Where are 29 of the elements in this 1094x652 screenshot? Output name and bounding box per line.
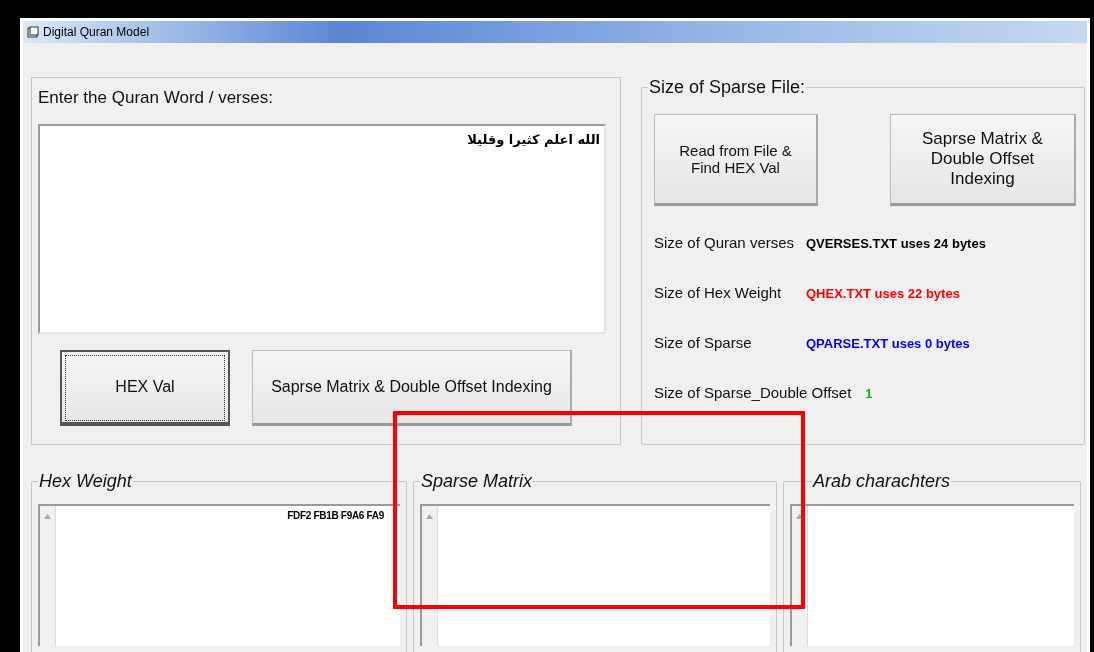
size-value: QPARSE.TXT uses 0 bytes xyxy=(806,336,970,351)
size-label: Size of Quran verses xyxy=(654,234,792,251)
output-text: FDF2 FB1B F9A6 FA9 xyxy=(287,510,384,521)
action-button[interactable]: Saprse Matrix & Double Offset Indexing xyxy=(252,350,572,426)
action-button[interactable]: Saprse Matrix & Double Offset Indexing xyxy=(890,114,1076,206)
action-button[interactable]: Read from File & Find HEX Val xyxy=(654,114,818,206)
scroll-up-icon[interactable] xyxy=(426,514,433,519)
size-label: Size of Sparse xyxy=(654,334,753,351)
group-title: Arab charachters xyxy=(812,471,952,492)
group-title: Hex Weight xyxy=(38,471,133,492)
output-text-area[interactable] xyxy=(790,504,1074,646)
output-text-area[interactable]: FDF2 FB1B F9A6 FA9 xyxy=(38,504,400,646)
output-text-area[interactable] xyxy=(420,504,770,646)
scroll-up-icon[interactable] xyxy=(44,514,51,519)
size-value: QVERSES.TXT uses 24 bytes xyxy=(806,236,986,251)
group-title: Size of Sparse File: xyxy=(648,77,807,98)
scrollbar[interactable] xyxy=(40,506,56,646)
window-title: Digital Quran Model xyxy=(43,25,150,39)
verse-input-field[interactable]: الله اعلم كثيرا وقليلا xyxy=(38,124,606,334)
size-value: 1 xyxy=(865,386,873,401)
action-button[interactable]: HEX Val xyxy=(60,350,230,426)
group-title: Sparse Matrix xyxy=(420,471,534,492)
scroll-up-icon[interactable] xyxy=(796,514,803,519)
size-label: Size of Sparse_Double Offset xyxy=(654,384,852,401)
app-icon xyxy=(27,26,39,38)
scrollbar[interactable] xyxy=(422,506,438,646)
size-label: Size of Hex Weight xyxy=(654,284,783,301)
input-label: Enter the Quran Word / verses: xyxy=(38,88,274,108)
size-value: QHEX.TXT uses 22 bytes xyxy=(806,286,960,301)
